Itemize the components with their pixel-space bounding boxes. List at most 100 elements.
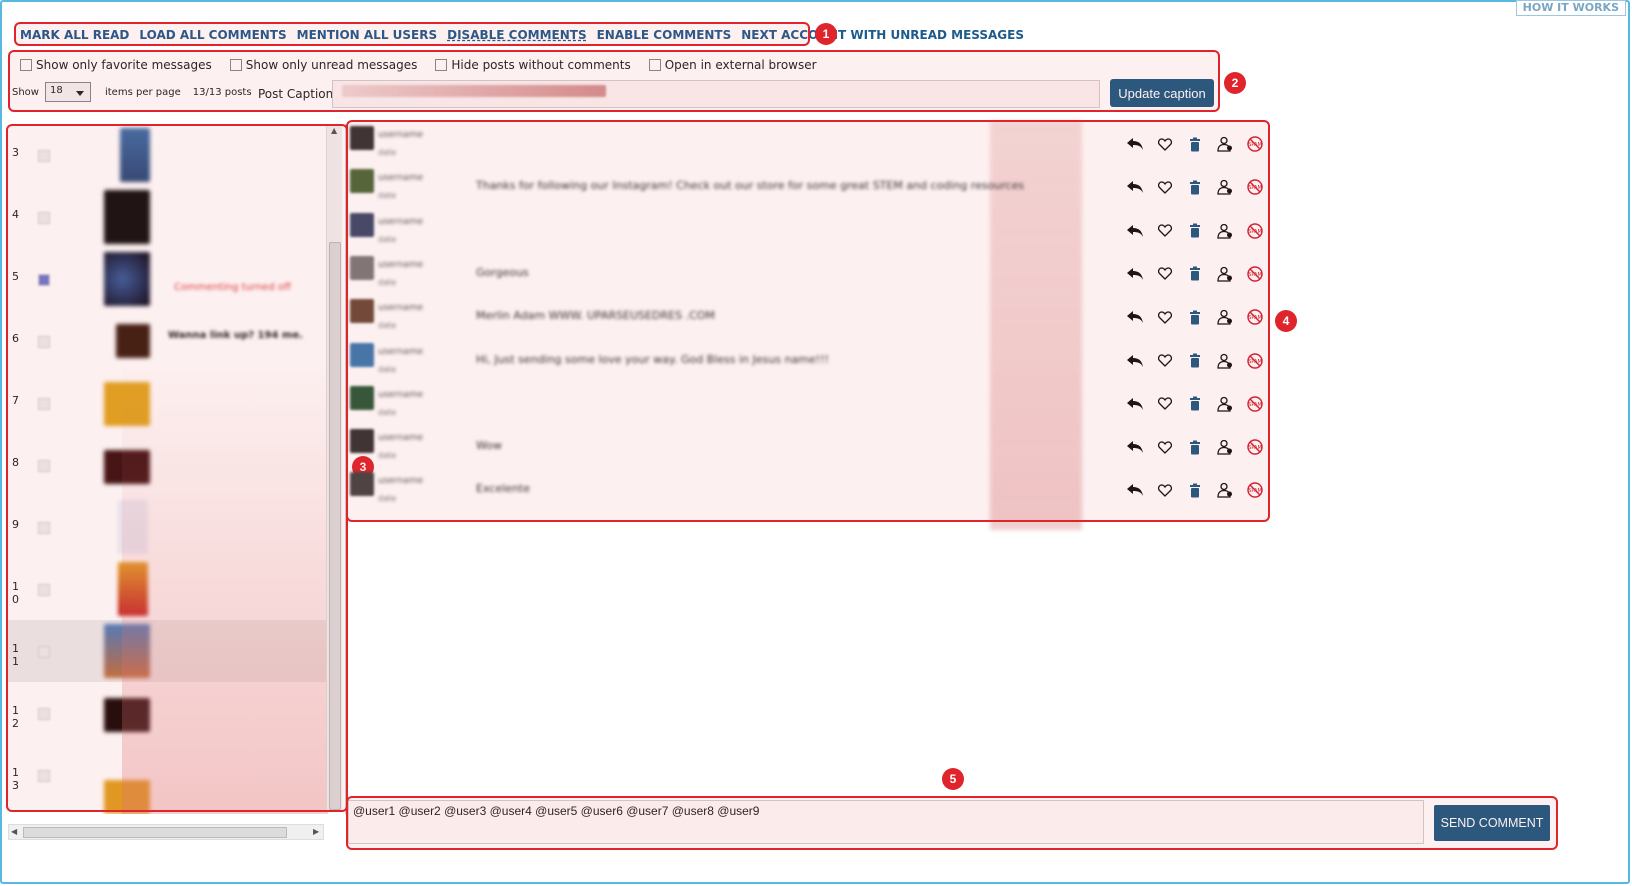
post-row[interactable]: 5 Commenting turned off [8, 248, 328, 310]
delete-trash-icon[interactable] [1185, 221, 1205, 241]
post-row[interactable]: 6 Wanna link up? 194 me. [8, 310, 328, 372]
hide-no-comments-option[interactable]: Hide posts without comments [435, 58, 631, 72]
external-browser-option[interactable]: Open in external browser [648, 58, 817, 72]
user-profile-icon[interactable] [1215, 480, 1235, 500]
user-profile-icon[interactable] [1215, 437, 1235, 457]
like-heart-icon[interactable] [1155, 221, 1175, 241]
post-row[interactable]: 7 [8, 372, 328, 434]
post-number: 10 [12, 580, 19, 606]
post-checkbox[interactable] [38, 646, 50, 658]
post-checkbox[interactable] [38, 150, 50, 162]
annotation-marker-4: 4 [1275, 310, 1297, 332]
spam-block-icon[interactable]: SPAM [1245, 221, 1265, 241]
reply-icon[interactable] [1125, 134, 1145, 154]
per-page-select[interactable]: 18 [44, 82, 91, 102]
user-profile-icon[interactable] [1215, 134, 1235, 154]
post-checkbox[interactable] [38, 212, 50, 224]
post-checkbox[interactable] [38, 522, 50, 534]
user-profile-icon[interactable] [1215, 307, 1235, 327]
reply-icon[interactable] [1125, 437, 1145, 457]
post-row[interactable]: 13 [8, 744, 328, 814]
load-all-comments-link[interactable]: LOAD ALL COMMENTS [139, 28, 286, 48]
delete-trash-icon[interactable] [1185, 177, 1205, 197]
spam-block-icon[interactable]: SPAM [1245, 264, 1265, 284]
scroll-thumb[interactable] [329, 242, 341, 810]
scroll-thumb[interactable] [23, 827, 287, 838]
hide-no-comments-checkbox[interactable] [435, 59, 448, 71]
spam-block-icon[interactable]: SPAM [1245, 307, 1265, 327]
like-heart-icon[interactable] [1155, 134, 1175, 154]
post-row[interactable]: 3 [8, 124, 328, 186]
reply-icon[interactable] [1125, 177, 1145, 197]
like-heart-icon[interactable] [1155, 437, 1175, 457]
spam-block-icon[interactable]: SPAM [1245, 394, 1265, 414]
post-checkbox[interactable] [38, 336, 50, 348]
spam-block-icon[interactable]: SPAM [1245, 480, 1265, 500]
post-checkbox[interactable] [38, 770, 50, 782]
user-profile-icon[interactable] [1215, 264, 1235, 284]
spam-block-icon[interactable]: SPAM [1245, 177, 1265, 197]
spam-block-icon[interactable]: SPAM [1245, 134, 1265, 154]
post-row[interactable]: 9 [8, 496, 328, 558]
next-account-unread-link[interactable]: NEXT ACCOUNT WITH UNREAD MESSAGES [741, 28, 1024, 48]
posts-vertical-scrollbar[interactable]: ▲ [326, 124, 342, 810]
reply-icon[interactable] [1125, 480, 1145, 500]
reply-icon[interactable] [1125, 351, 1145, 371]
reply-icon[interactable] [1125, 221, 1145, 241]
like-heart-icon[interactable] [1155, 394, 1175, 414]
reply-icon[interactable] [1125, 307, 1145, 327]
scroll-left-icon[interactable]: ◀ [11, 827, 17, 836]
comment-input[interactable]: @user1 @user2 @user3 @user4 @user5 @user… [348, 800, 1424, 844]
user-profile-icon[interactable] [1215, 351, 1235, 371]
unread-checkbox[interactable] [229, 59, 242, 71]
mention-all-users-link[interactable]: MENTION ALL USERS [297, 28, 437, 48]
spam-block-icon[interactable]: SPAM [1245, 351, 1265, 371]
comment-date: date [378, 277, 397, 287]
favorite-checkbox[interactable] [20, 59, 32, 71]
delete-trash-icon[interactable] [1185, 351, 1205, 371]
delete-trash-icon[interactable] [1185, 134, 1205, 154]
disable-comments-link[interactable]: DISABLE COMMENTS [447, 28, 586, 48]
comment-actions: SPAM [1125, 307, 1265, 327]
posts-horizontal-scrollbar[interactable]: ◀ ▶ [8, 824, 324, 840]
favorite-option[interactable]: Show only favorite messages [20, 58, 212, 72]
mark-all-read-link[interactable]: MARK ALL READ [20, 28, 129, 48]
how-it-works-link[interactable]: HOW IT WORKS [1515, 0, 1626, 16]
like-heart-icon[interactable] [1155, 480, 1175, 500]
delete-trash-icon[interactable] [1185, 307, 1205, 327]
scroll-right-icon[interactable]: ▶ [313, 827, 319, 836]
delete-trash-icon[interactable] [1185, 394, 1205, 414]
post-checkbox[interactable] [38, 398, 50, 410]
reply-icon[interactable] [1125, 394, 1145, 414]
user-profile-icon[interactable] [1215, 221, 1235, 241]
post-checkbox[interactable] [38, 708, 50, 720]
like-heart-icon[interactable] [1155, 307, 1175, 327]
post-checkbox[interactable] [38, 584, 50, 596]
like-heart-icon[interactable] [1155, 351, 1175, 371]
post-row[interactable]: 8 [8, 434, 328, 496]
unread-option[interactable]: Show only unread messages [229, 58, 417, 72]
post-row[interactable]: 12 [8, 682, 328, 744]
like-heart-icon[interactable] [1155, 264, 1175, 284]
delete-trash-icon[interactable] [1185, 437, 1205, 457]
delete-trash-icon[interactable] [1185, 264, 1205, 284]
action-toolbar: MARK ALL READ LOAD ALL COMMENTS MENTION … [20, 28, 1024, 48]
send-comment-button[interactable]: SEND COMMENT [1434, 805, 1550, 841]
reply-icon[interactable] [1125, 264, 1145, 284]
comment-row: username date Excelente SPAM [350, 468, 1268, 511]
post-row[interactable]: 4 [8, 186, 328, 248]
scroll-up-icon[interactable]: ▲ [331, 126, 337, 135]
annotation-marker-2: 2 [1224, 72, 1246, 94]
user-profile-icon[interactable] [1215, 177, 1235, 197]
post-row-selected[interactable]: 11 [8, 620, 328, 682]
enable-comments-link[interactable]: ENABLE COMMENTS [597, 28, 732, 48]
delete-trash-icon[interactable] [1185, 480, 1205, 500]
post-row[interactable]: 10 [8, 558, 328, 620]
post-checkbox[interactable] [38, 274, 50, 286]
user-profile-icon[interactable] [1215, 394, 1235, 414]
external-browser-checkbox[interactable] [648, 59, 661, 71]
like-heart-icon[interactable] [1155, 177, 1175, 197]
spam-block-icon[interactable]: SPAM [1245, 437, 1265, 457]
update-caption-button[interactable]: Update caption [1110, 79, 1214, 107]
post-checkbox[interactable] [38, 460, 50, 472]
